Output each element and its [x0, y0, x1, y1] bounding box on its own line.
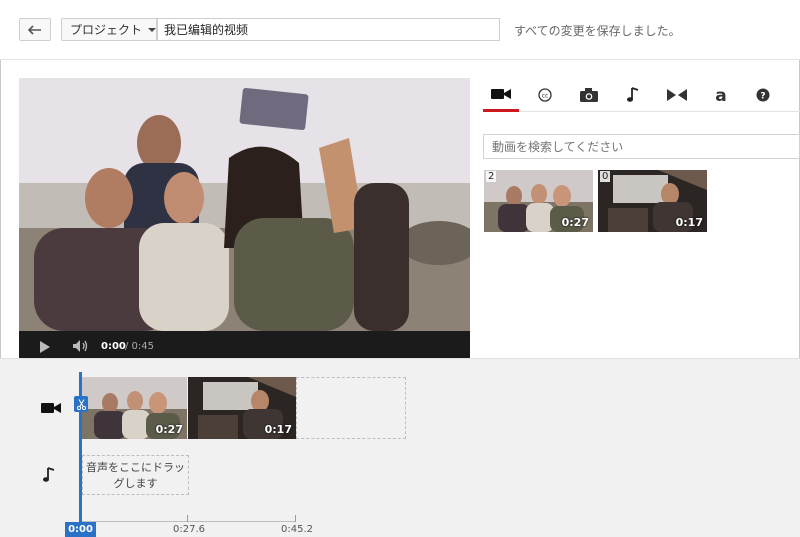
ruler-tick [295, 515, 296, 522]
video-search-input[interactable] [483, 134, 800, 159]
ruler-tick [187, 515, 188, 522]
tab-audio[interactable] [615, 78, 651, 112]
video-camera-icon [491, 88, 511, 99]
transitions-icon [667, 89, 687, 101]
svg-text:a: a [715, 87, 726, 103]
save-status-text: すべての変更を保存しました。 [514, 24, 681, 38]
tab-transitions[interactable] [659, 78, 695, 112]
media-tab-bar: cc a ? [483, 78, 800, 112]
video-camera-icon [41, 403, 61, 413]
result-duration: 0:17 [675, 216, 703, 229]
video-player[interactable]: 0:00 / 0:45 [19, 78, 470, 358]
timeline-clip[interactable]: 0:17 [188, 377, 296, 439]
scissors-icon [76, 398, 86, 410]
clip-duration: 0:27 [155, 423, 183, 436]
play-icon[interactable] [39, 341, 51, 353]
ruler-label: 0:27.6 [173, 524, 205, 535]
project-menu-button[interactable]: プロジェクト [61, 18, 157, 41]
playhead-handle[interactable] [74, 396, 88, 412]
top-bar: プロジェクト すべての変更を保存しました。 [0, 0, 800, 60]
project-menu-label: プロジェクト [70, 23, 143, 37]
svg-text:?: ? [760, 92, 765, 102]
search-result-item[interactable]: 0 0:17 [598, 170, 707, 232]
ruler-label: 0:45.2 [281, 524, 313, 535]
project-title-input[interactable] [157, 18, 500, 41]
chevron-down-icon [148, 27, 156, 32]
result-count: 2 [486, 171, 497, 182]
empty-clip-slot[interactable] [296, 377, 406, 439]
text-icon: a [715, 87, 726, 103]
captions-icon: cc [538, 88, 552, 102]
timeline-ruler [82, 521, 296, 522]
help-icon: ? [756, 88, 770, 102]
music-note-icon [43, 467, 55, 482]
clip-duration: 0:17 [264, 423, 292, 436]
tab-photos[interactable] [571, 78, 607, 112]
audio-drop-zone[interactable]: 音声をここにドラッグします [82, 455, 189, 495]
playhead[interactable] [79, 372, 82, 522]
tab-help[interactable]: ? [745, 78, 781, 112]
back-button[interactable] [19, 18, 51, 41]
tab-captions[interactable]: cc [527, 78, 563, 112]
current-time: 0:00 [101, 341, 126, 352]
svg-text:cc: cc [542, 93, 549, 100]
volume-icon[interactable] [72, 339, 90, 353]
search-result-item[interactable]: 2 0:27 [484, 170, 593, 232]
result-count: 0 [600, 171, 611, 182]
tab-text[interactable]: a [703, 78, 739, 112]
photo-camera-icon [580, 88, 598, 102]
tab-video[interactable] [483, 78, 519, 112]
back-arrow-icon [28, 24, 41, 35]
music-note-icon [627, 87, 639, 102]
timeline-clip[interactable]: 0:27 [82, 377, 187, 439]
video-preview-image [19, 78, 470, 331]
result-duration: 0:27 [561, 216, 589, 229]
total-time: / 0:45 [125, 341, 155, 352]
playhead-time-badge: 0:00 [65, 522, 96, 537]
